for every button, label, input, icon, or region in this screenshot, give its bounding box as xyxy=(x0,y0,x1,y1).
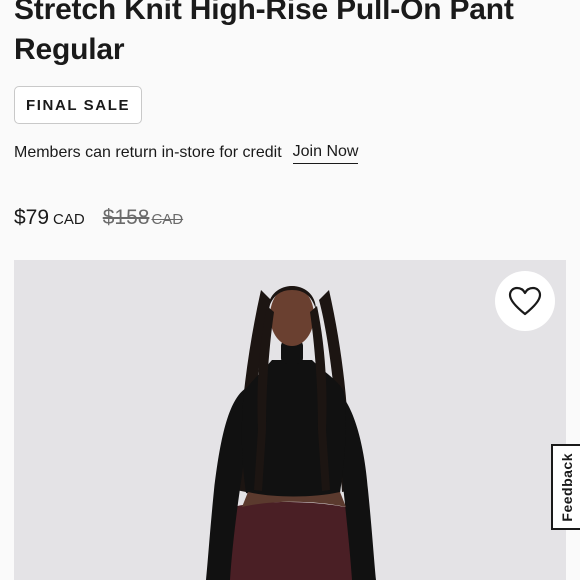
original-price-currency: CAD xyxy=(151,211,184,228)
member-returns-text: Members can return in-store for credit xyxy=(14,144,282,161)
original-price-amount: $158 xyxy=(102,206,150,229)
member-returns-notice: Members can return in-store for credit J… xyxy=(14,140,359,166)
product-title: Stretch Knit High-Rise Pull-On Pant Regu… xyxy=(14,0,514,66)
final-sale-badge: FINAL SALE xyxy=(14,86,143,124)
feedback-tab[interactable]: Feedback xyxy=(551,444,580,530)
price-row: $79 CAD $158 CAD xyxy=(14,206,183,230)
sale-price: $79 xyxy=(14,206,50,229)
original-price: $158 CAD xyxy=(103,206,183,230)
sale-price-currency: CAD xyxy=(53,211,85,228)
model-photo xyxy=(206,286,376,580)
join-now-link[interactable]: Join Now xyxy=(292,143,359,164)
feedback-label: Feedback xyxy=(558,452,575,522)
product-image[interactable] xyxy=(14,260,566,580)
heart-outline-icon xyxy=(508,286,542,316)
pants xyxy=(220,502,360,580)
wishlist-button[interactable] xyxy=(495,271,555,331)
